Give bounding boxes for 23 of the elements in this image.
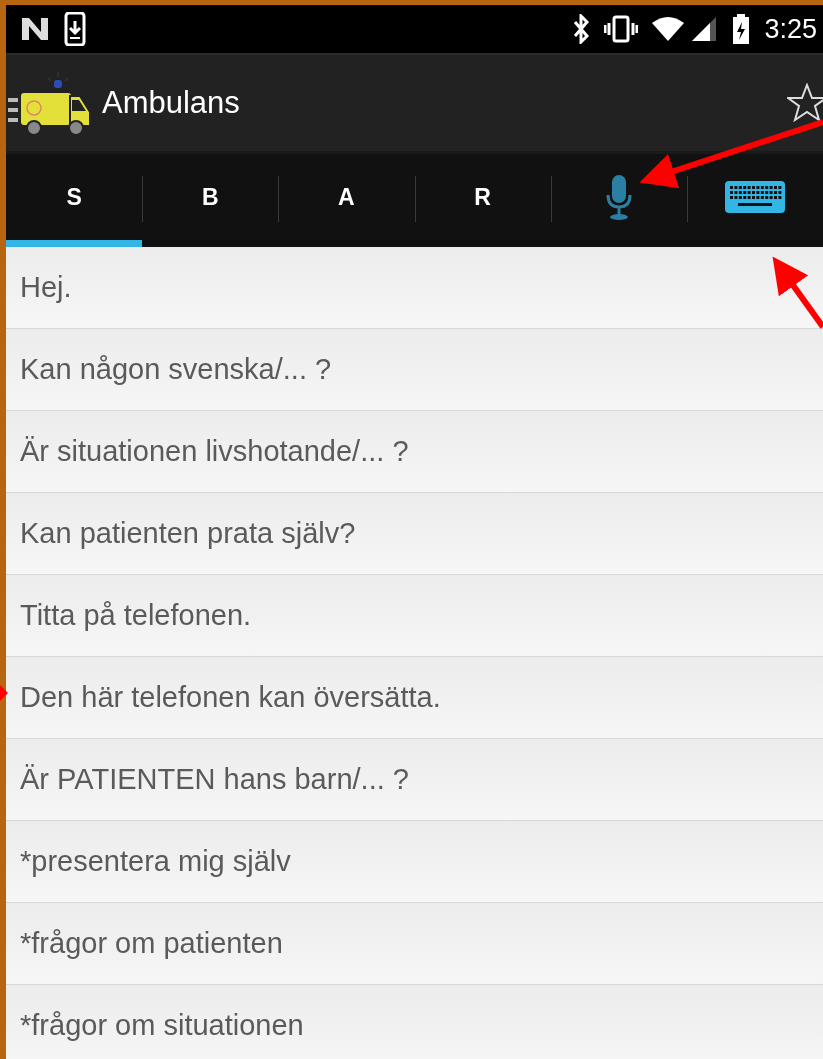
status-time: 3:25: [764, 13, 817, 45]
tab[interactable]: R: [414, 154, 551, 247]
tab[interactable]: B: [142, 154, 279, 247]
star-icon[interactable]: [787, 83, 823, 123]
vibrate-icon: [604, 15, 639, 43]
bluetooth-icon: [572, 14, 591, 44]
tab[interactable]: A: [278, 154, 415, 247]
app-title: Ambulans: [102, 85, 241, 121]
annotation-arrow: [0, 685, 8, 701]
phrase-item[interactable]: *presentera mig själv: [6, 821, 823, 903]
phrase-item[interactable]: Kan patienten prata själv?: [6, 493, 823, 575]
phrase-item[interactable]: *frågor om patienten: [6, 903, 823, 985]
phrase-item[interactable]: Är situationen livshotande/... ?: [6, 411, 823, 493]
battery-icon: [732, 14, 751, 44]
phrase-item[interactable]: Är PATIENTEN hans barn/... ?: [6, 739, 823, 821]
phrase-item[interactable]: Den här telefonen kan översätta.: [6, 657, 823, 739]
signal-icon: [652, 15, 719, 43]
phrase-item[interactable]: *frågor om situationen: [6, 985, 823, 1059]
keyboard-icon: [723, 180, 786, 214]
download-icon: [64, 12, 86, 46]
phrase-item[interactable]: Hej.: [6, 247, 823, 329]
phrase-item[interactable]: Titta på telefonen.: [6, 575, 823, 657]
phrase-item[interactable]: Kan någon svenska/... ?: [6, 329, 823, 411]
